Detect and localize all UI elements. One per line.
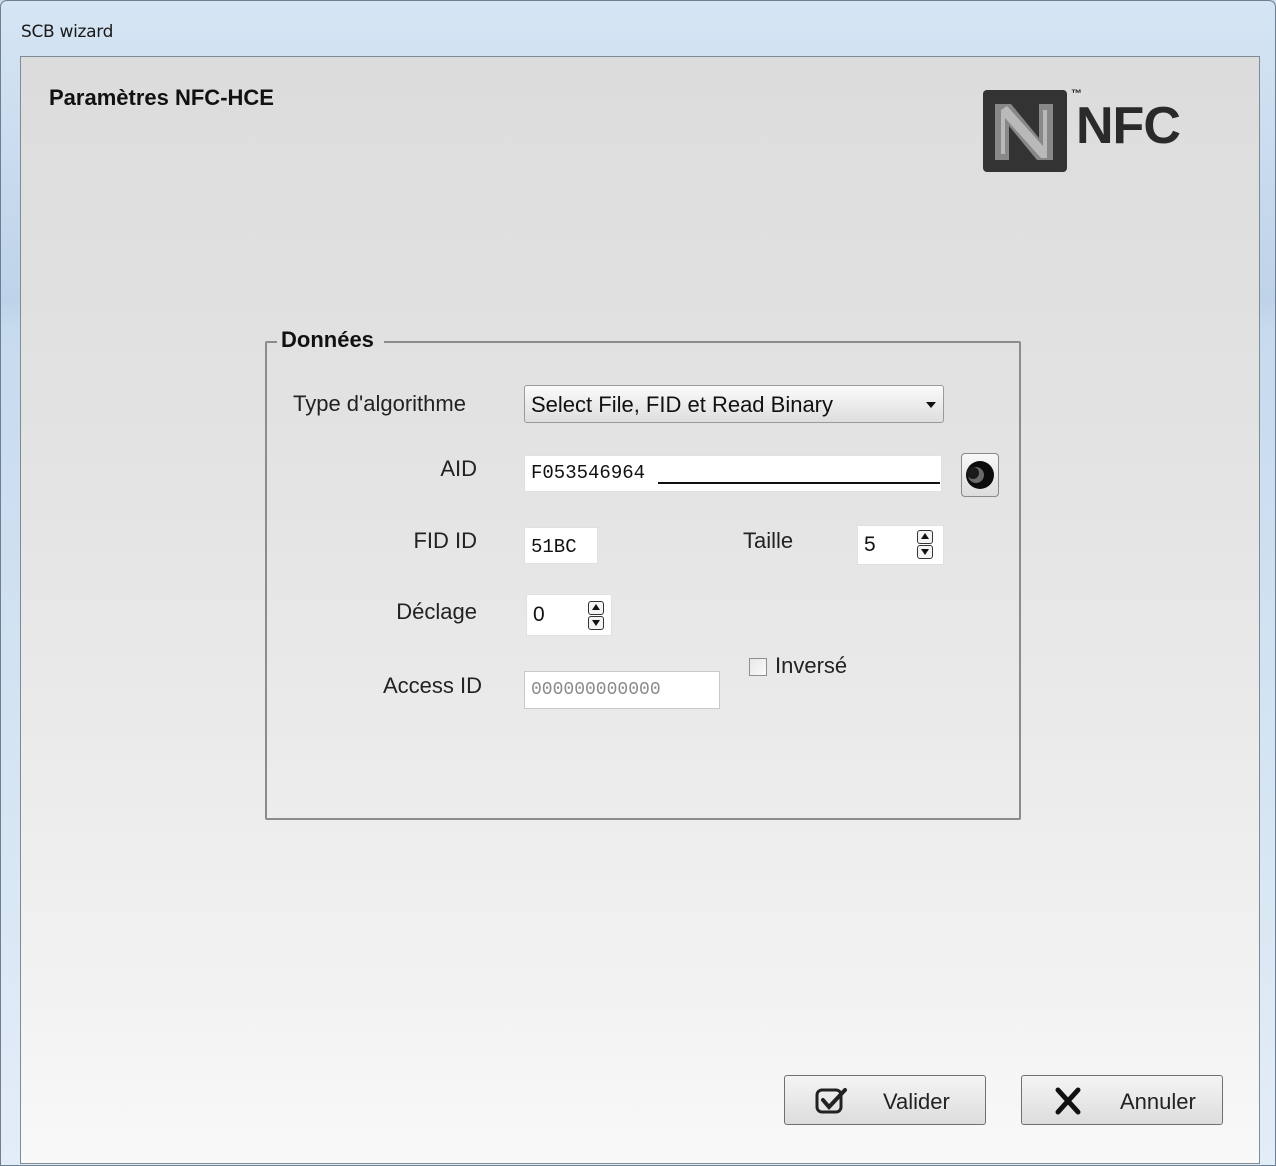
wizard-content: Paramètres NFC-HCE ™ NFC Données Type d'… (20, 56, 1260, 1164)
aid-label: AID (440, 456, 477, 481)
data-groupbox: Données Type d'algorithme Select File, F… (265, 327, 1021, 820)
aid-value: F053546964 (531, 462, 646, 484)
arrow-up-icon (592, 604, 600, 610)
close-icon (1055, 1087, 1081, 1115)
algorithm-select[interactable]: Select File, FID et Read Binary (524, 385, 944, 423)
nfc-logo-text: NFC (1076, 97, 1181, 155)
declage-decrement-button[interactable] (588, 616, 604, 630)
aid-input[interactable]: F053546964 (524, 455, 942, 492)
wizard-window: SCB wizard Paramètres NFC-HCE ™ NFC Donn… (0, 0, 1276, 1166)
fid-input[interactable]: 51BC (524, 527, 598, 564)
groupbox-title: Données (277, 327, 384, 353)
arrow-up-icon (921, 533, 929, 539)
aid-helper-button[interactable] (961, 453, 999, 497)
title-bar[interactable]: SCB wizard (1, 1, 1275, 56)
algorithm-label: Type d'algorithme (293, 391, 466, 416)
chevron-down-icon (926, 402, 936, 408)
inverse-label: Inversé (775, 653, 848, 678)
page-title: Paramètres NFC-HCE (49, 85, 274, 110)
taille-spinner (917, 529, 933, 559)
access-id-label: Access ID (382, 673, 482, 698)
declage-stepper[interactable]: 0 (526, 594, 612, 636)
fid-value: 51BC (531, 536, 577, 558)
access-id-placeholder: 000000000000 (531, 680, 661, 700)
access-id-input[interactable]: 000000000000 (524, 671, 720, 709)
validate-button[interactable]: Valider (784, 1075, 986, 1125)
arrow-down-icon (592, 620, 600, 626)
declage-increment-button[interactable] (588, 601, 604, 615)
cancel-button-label: Annuler (1120, 1089, 1196, 1114)
arrow-down-icon (921, 549, 929, 555)
taille-label: Taille (743, 528, 794, 553)
taille-decrement-button[interactable] (917, 545, 933, 559)
algorithm-select-value: Select File, FID et Read Binary (531, 392, 834, 417)
cancel-button[interactable]: Annuler (1021, 1075, 1223, 1125)
window-title: SCB wizard (21, 22, 114, 42)
taille-increment-button[interactable] (917, 530, 933, 544)
declage-value: 0 (533, 603, 545, 626)
declage-spinner (588, 600, 604, 630)
taille-stepper[interactable]: 5 (857, 525, 944, 565)
text-cursor-underline (658, 482, 940, 484)
inverse-checkbox[interactable] (749, 658, 767, 676)
checkbox-check-icon (815, 1088, 847, 1114)
fid-label: FID ID (413, 528, 477, 553)
circle-icon (966, 461, 994, 489)
nfc-n-mark-icon (983, 90, 1067, 172)
validate-button-label: Valider (883, 1089, 950, 1114)
taille-value: 5 (864, 533, 876, 556)
declage-label: Déclage (396, 599, 477, 624)
nfc-logo: ™ NFC (981, 82, 1196, 177)
